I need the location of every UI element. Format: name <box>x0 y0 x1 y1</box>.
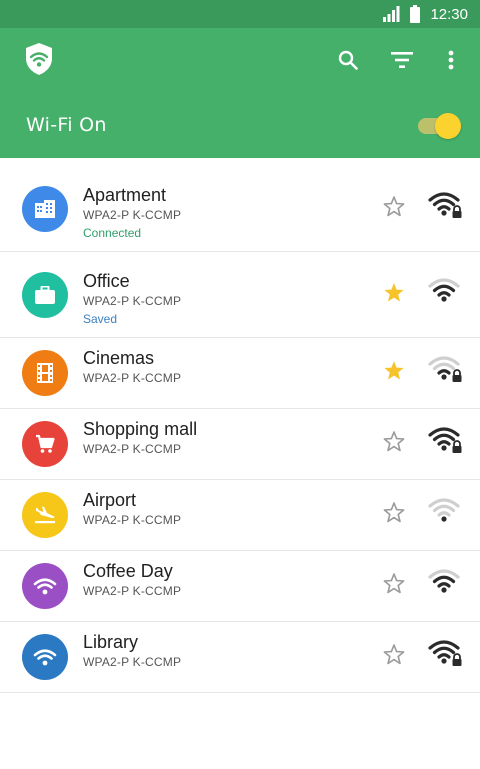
wifi-toggle[interactable] <box>418 113 461 139</box>
network-row[interactable]: Coffee Day WPA2-P K-CCMP <box>0 551 480 622</box>
wifi-icon <box>33 577 57 595</box>
clock: 12:30 <box>430 5 468 23</box>
search-button[interactable] <box>334 46 362 74</box>
network-security: WPA2-P K-CCMP <box>83 584 182 598</box>
network-list: Apartment WPA2-P K-CCMP Connected Office WPA… <box>0 166 480 693</box>
network-name: Airport <box>83 490 137 510</box>
wifi-signal-icon <box>428 355 464 385</box>
wifi-signal-icon <box>428 568 464 598</box>
app-toolbar <box>0 28 480 92</box>
wifi-signal-icon <box>428 497 464 527</box>
network-name: Apartment <box>83 185 167 205</box>
film-icon <box>37 363 53 383</box>
filter-icon <box>391 52 413 68</box>
network-name: Office <box>83 271 130 291</box>
star-outline-icon[interactable] <box>382 195 406 219</box>
network-security: WPA2-P K-CCMP <box>83 513 182 527</box>
status-bar: 12:30 <box>0 0 480 28</box>
network-status: Saved <box>83 312 118 326</box>
plane-icon <box>34 506 56 524</box>
wifi-icon <box>33 648 57 666</box>
star-filled-icon[interactable] <box>382 281 406 305</box>
signal-bars-icon <box>383 6 400 22</box>
network-status: Connected <box>83 226 142 240</box>
building-icon <box>34 199 56 219</box>
filter-button[interactable] <box>388 46 416 74</box>
shield-wifi-icon <box>24 42 54 76</box>
battery-icon <box>410 5 421 23</box>
network-security: WPA2-P K-CCMP <box>83 208 182 222</box>
wifi-signal-icon <box>428 277 464 307</box>
star-filled-icon[interactable] <box>382 359 406 383</box>
network-name: Coffee Day <box>83 561 173 581</box>
search-icon <box>338 50 358 70</box>
briefcase-icon <box>35 286 55 304</box>
network-name: Cinemas <box>83 348 155 368</box>
network-row[interactable]: Shopping mall WPA2-P K-CCMP <box>0 409 480 480</box>
star-outline-icon[interactable] <box>382 430 406 454</box>
wifi-signal-icon <box>428 426 464 456</box>
wifi-signal-icon <box>428 191 464 221</box>
more-options-button[interactable] <box>437 46 465 74</box>
network-name: Shopping mall <box>83 419 198 439</box>
star-outline-icon[interactable] <box>382 501 406 525</box>
network-row[interactable]: Apartment WPA2-P K-CCMP Connected <box>0 166 480 252</box>
network-avatar <box>22 350 68 396</box>
network-security: WPA2-P K-CCMP <box>83 294 182 308</box>
network-avatar <box>22 186 68 232</box>
network-row[interactable]: Cinemas WPA2-P K-CCMP <box>0 338 480 409</box>
cart-icon <box>35 434 55 454</box>
network-avatar <box>22 634 68 680</box>
network-row[interactable]: Library WPA2-P K-CCMP <box>0 622 480 693</box>
network-avatar <box>22 421 68 467</box>
more-vert-icon <box>448 50 454 70</box>
star-outline-icon[interactable] <box>382 643 406 667</box>
toggle-knob <box>435 113 461 139</box>
network-avatar <box>22 563 68 609</box>
network-avatar <box>22 272 68 318</box>
wifi-status-header: Wi-Fi On <box>0 92 480 158</box>
network-avatar <box>22 492 68 538</box>
network-row[interactable]: Airport WPA2-P K-CCMP <box>0 480 480 551</box>
network-row[interactable]: Office WPA2-P K-CCMP Saved <box>0 252 480 338</box>
star-outline-icon[interactable] <box>382 572 406 596</box>
network-security: WPA2-P K-CCMP <box>83 371 182 385</box>
wifi-signal-icon <box>428 639 464 669</box>
wifi-status-title: Wi-Fi On <box>26 114 107 136</box>
network-security: WPA2-P K-CCMP <box>83 442 182 456</box>
network-security: WPA2-P K-CCMP <box>83 655 182 669</box>
network-name: Library <box>83 632 139 652</box>
